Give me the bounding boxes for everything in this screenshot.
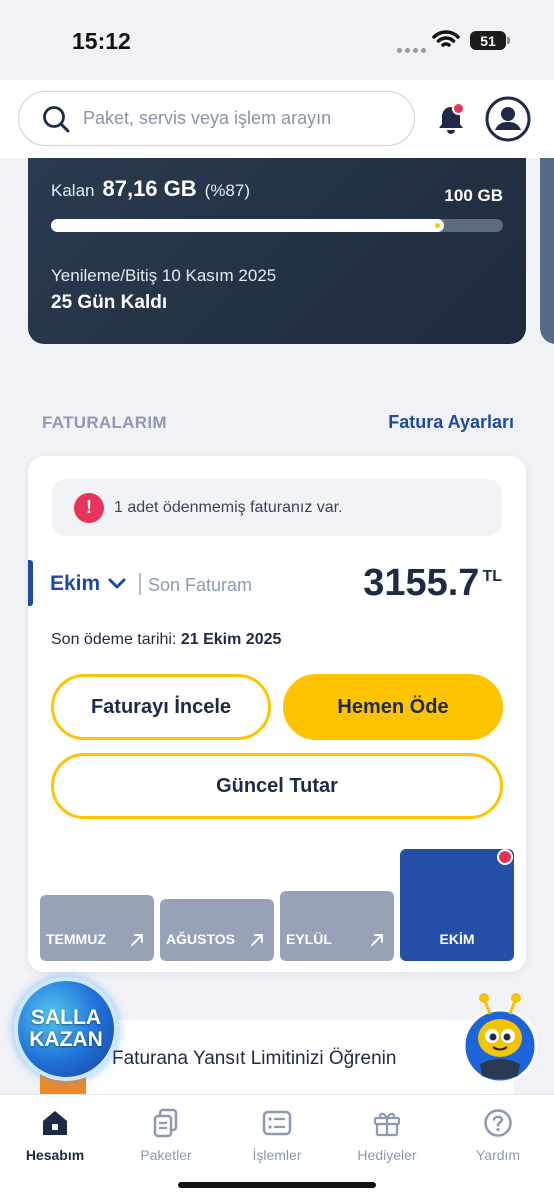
remaining-percent: (%87) <box>204 181 251 200</box>
divider <box>139 573 141 595</box>
month-tile-agustos[interactable]: AĞUSTOS <box>160 899 274 961</box>
alert-text: 1 adet ödenmemiş faturanız var. <box>114 498 343 516</box>
search-bar[interactable] <box>18 91 415 146</box>
bill-amount-value: 3155.7 <box>363 562 480 604</box>
remaining-label: Kalan <box>51 181 95 200</box>
unpaid-bill-alert[interactable]: ! 1 adet ödenmemiş faturanız var. <box>52 479 502 536</box>
next-card-peek[interactable] <box>540 158 554 344</box>
app-header <box>0 80 554 158</box>
selected-month-accent <box>28 560 33 606</box>
status-bar: 15:12 51 <box>0 0 554 80</box>
signal-icon <box>397 40 429 58</box>
tab-hediyeler[interactable]: Hediyeler <box>337 1107 437 1163</box>
pay-now-button[interactable]: Hemen Öde <box>283 674 503 740</box>
profile-icon[interactable] <box>485 96 531 142</box>
tab-hesabim[interactable]: Hesabım <box>5 1107 105 1163</box>
salla-kazan-line1: SALLA <box>31 1006 101 1029</box>
chevron-down-icon <box>108 578 126 589</box>
month-dropdown[interactable]: Ekim <box>50 572 126 596</box>
help-icon <box>484 1109 512 1137</box>
data-usage-card[interactable]: Kalan 87,16 GB (%87) 100 GB Yenileme/Bit… <box>28 158 526 344</box>
review-bill-button[interactable]: Faturayı İncele <box>51 674 271 740</box>
alert-icon: ! <box>74 492 104 523</box>
salla-kazan-badge[interactable]: SALLA KAZAN <box>14 977 118 1081</box>
unpaid-dot <box>497 849 513 865</box>
remaining-row: Kalan 87,16 GB (%87) <box>51 176 250 202</box>
last-bill-label: Son Faturam <box>148 575 253 595</box>
tab-yardim[interactable]: Yardım <box>448 1107 548 1163</box>
total-quota: 100 GB <box>444 186 503 205</box>
due-date-label: Son ödeme tarihi: <box>51 631 177 648</box>
due-date-row: Son ödeme tarihi: 21 Ekim 2025 <box>51 631 281 649</box>
promo-text: Faturana Yansıt Limitinizi Öğrenin <box>112 1048 397 1069</box>
due-date-value: 21 Ekim 2025 <box>180 631 282 648</box>
remaining-value: 87,16 GB <box>102 176 197 201</box>
status-time: 15:12 <box>72 28 131 54</box>
mascot-assistant-icon[interactable] <box>460 992 540 1084</box>
renewal-date: Yenileme/Bitiş 10 Kasım 2025 <box>51 266 277 285</box>
home-icon <box>43 1111 67 1135</box>
search-icon <box>43 105 70 132</box>
tab-label: Hesabım <box>25 1147 85 1163</box>
gift-icon <box>373 1112 401 1137</box>
packages-icon <box>153 1108 178 1138</box>
month-tile-label: EYLÜL <box>286 931 332 947</box>
tab-label: Hediyeler <box>357 1147 417 1163</box>
arrow-up-right-icon <box>251 934 263 946</box>
month-label: Ekim <box>50 572 101 595</box>
bills-section-title: FATURALARIM <box>42 413 167 432</box>
month-tile-label: TEMMUZ <box>46 931 106 947</box>
bill-currency: TL <box>482 568 502 585</box>
list-icon <box>262 1110 292 1136</box>
tab-label: Yardım <box>475 1147 521 1163</box>
usage-progress-fill <box>51 219 444 232</box>
battery-indicator: 51 <box>470 31 506 50</box>
usage-progress-marker <box>435 223 440 228</box>
tab-label: İşlemler <box>252 1147 302 1163</box>
home-indicator <box>178 1182 376 1188</box>
notification-badge <box>452 102 465 115</box>
usage-progress-bar <box>51 219 503 232</box>
bill-amount: 3155.7 TL <box>363 562 502 605</box>
battery-cap <box>507 37 510 44</box>
arrow-up-right-icon <box>131 934 143 946</box>
month-tile-temmuz[interactable]: TEMMUZ <box>40 895 154 961</box>
tab-islemler[interactable]: İşlemler <box>227 1107 327 1163</box>
salla-kazan-line2: KAZAN <box>29 1028 103 1051</box>
bill-settings-link[interactable]: Fatura Ayarları <box>388 412 514 433</box>
days-left: 25 Gün Kaldı <box>51 292 168 313</box>
month-tile-label: AĞUSTOS <box>166 931 235 947</box>
month-tile-ekim[interactable]: EKİM <box>400 849 514 961</box>
arrow-up-right-icon <box>371 934 383 946</box>
tab-paketler[interactable]: Paketler <box>116 1107 216 1163</box>
current-amount-button[interactable]: Güncel Tutar <box>51 753 503 819</box>
month-tile-eylul[interactable]: EYLÜL <box>280 891 394 961</box>
bill-card: ! 1 adet ödenmemiş faturanız var. Ekim S… <box>28 456 526 972</box>
tab-label: Paketler <box>140 1147 192 1163</box>
wifi-icon <box>432 30 460 47</box>
month-tile-label: EKİM <box>439 931 475 947</box>
search-input[interactable] <box>83 108 383 129</box>
